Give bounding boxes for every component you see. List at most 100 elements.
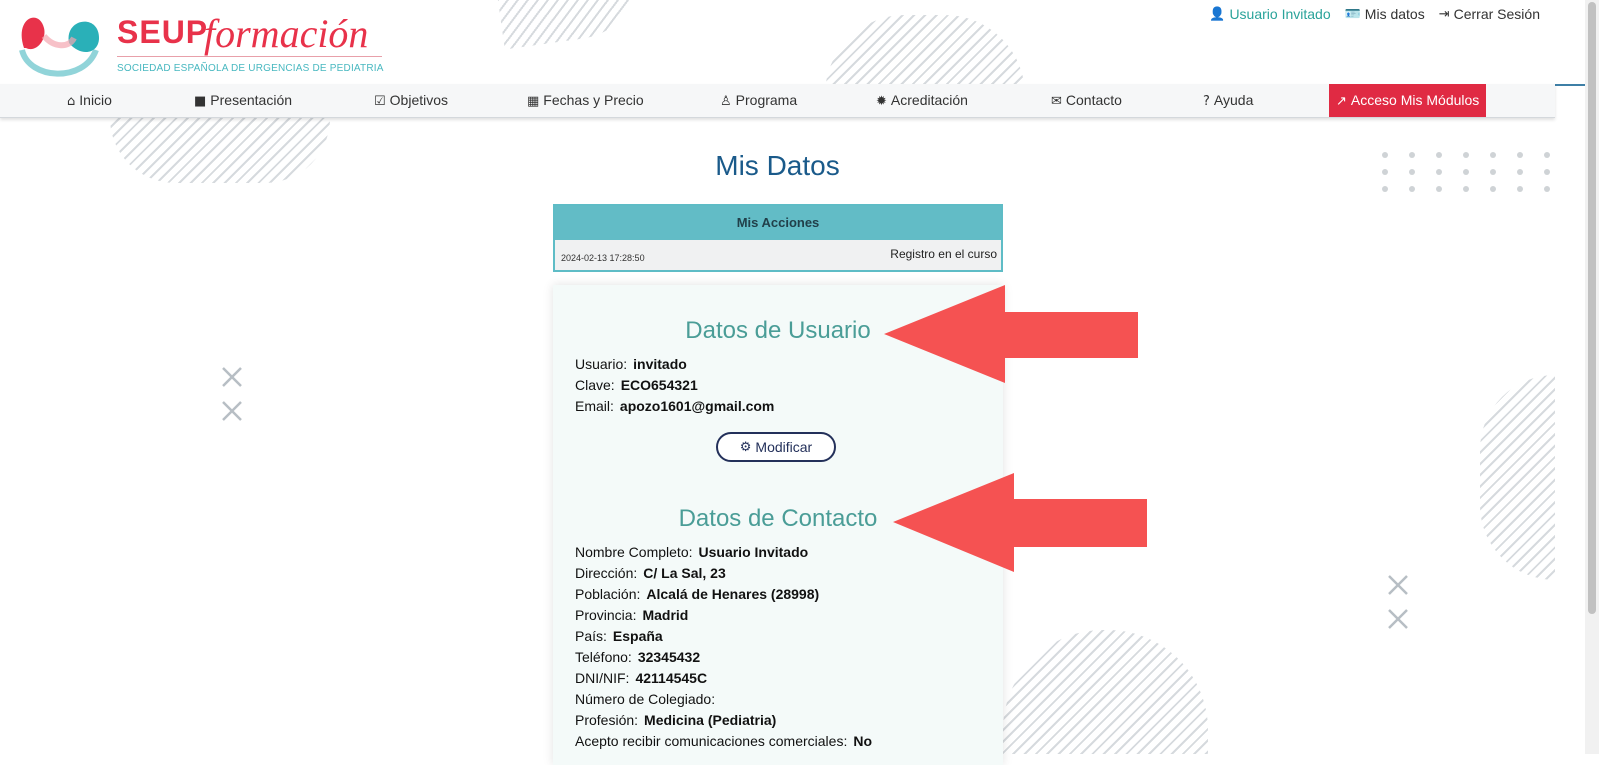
field-value: invitado [633, 356, 687, 372]
field-profesion: Profesión: Medicina (Pediatria) [575, 712, 776, 728]
logout-label: Cerrar Sesión [1453, 6, 1540, 22]
current-user-label: Usuario Invitado [1229, 6, 1331, 22]
field-label: Dirección: [575, 565, 638, 581]
field-label: Nombre Completo: [575, 544, 693, 560]
access-modules-button[interactable]: ↗ Acceso Mis Módulos [1329, 84, 1487, 117]
actions-table-header: Mis Acciones [555, 206, 1001, 240]
action-description: Registro en el curso [890, 247, 997, 261]
user-icon: 👤 [1209, 6, 1226, 22]
nav-label: Presentación [210, 92, 293, 108]
sign-out-icon: ⇥ [1438, 6, 1450, 22]
field-usuario: Usuario: invitado [575, 356, 687, 372]
user-doctor-icon: ♙ [720, 94, 732, 109]
field-value: España [612, 628, 663, 644]
field-value: C/ La Sal, 23 [643, 565, 726, 581]
brand-name: SEUP [117, 14, 209, 50]
field-value: ECO654321 [620, 377, 698, 393]
nav-label: Inicio [79, 92, 112, 108]
field-label: Provincia: [575, 607, 637, 623]
nav-label: Contacto [1065, 92, 1122, 108]
field-email: Email: apozo1601@gmail.com [575, 398, 774, 414]
field-label: Email: [575, 398, 614, 414]
calendar-icon: ▦ [527, 94, 540, 109]
nav-label: Objetivos [389, 92, 449, 108]
field-poblacion: Población: Alcalá de Henares (28998) [575, 586, 819, 602]
question-icon: ? [1203, 94, 1210, 109]
brand-tagline: SOCIEDAD ESPAÑOLA DE URGENCIAS DE PEDIAT… [117, 63, 384, 74]
field-comunicaciones: Acepto recibir comunicaciones comerciale… [575, 733, 872, 749]
field-value: Medicina (Pediatria) [644, 712, 777, 728]
field-value: No [853, 733, 873, 749]
field-provincia: Provincia: Madrid [575, 607, 688, 623]
nav-item-inicio[interactable]: ⌂ Inicio [67, 84, 112, 117]
site-header: SEUP formación SOCIEDAD ESPAÑOLA DE URGE… [0, 0, 1585, 86]
field-value: apozo1601@gmail.com [619, 398, 775, 414]
nav-label: Fechas y Precio [543, 92, 644, 108]
field-pais: País: España [575, 628, 663, 644]
field-label: Acepto recibir comunicaciones comerciale… [575, 733, 848, 749]
decorative-stripes-right [1480, 375, 1555, 580]
decorative-x-marks-right [1388, 575, 1408, 629]
field-label: Teléfono: [575, 649, 632, 665]
nav-label: Ayuda [1213, 92, 1254, 108]
actions-table: Mis Acciones 2024-02-13 17:28:50 Registr… [553, 204, 1003, 272]
main-navbar: ⌂ Inicio ■ Presentación ☑ Objetivos ▦ Fechas… [0, 84, 1555, 118]
field-value: Alcalá de Henares (28998) [646, 586, 820, 602]
nav-item-presentacion[interactable]: ■ Presentación [194, 84, 292, 117]
page-title: Mis Datos [715, 150, 840, 181]
nav-item-contacto[interactable]: ✉ Contacto [1051, 84, 1122, 117]
field-label: Usuario: [575, 356, 628, 372]
current-user-link[interactable]: 👤 Usuario Invitado [1209, 6, 1330, 22]
logout-link[interactable]: ⇥ Cerrar Sesión [1439, 6, 1540, 22]
checkbox-icon: ☑ [374, 94, 386, 109]
field-value: 32345432 [637, 649, 701, 665]
id-card-icon: 🪪 [1344, 6, 1361, 22]
field-value: 42114545C [635, 670, 708, 686]
field-telefono: Teléfono: 32345432 [575, 649, 700, 665]
modify-button[interactable]: ⚙ Modificar [716, 432, 836, 462]
nav-label: Acreditación [890, 92, 968, 108]
decorative-x-marks-left [222, 367, 242, 421]
site-logo[interactable]: SEUP formación SOCIEDAD ESPAÑOLA DE URGE… [14, 8, 384, 78]
home-icon: ⌂ [67, 94, 76, 109]
field-direccion: Dirección: C/ La Sal, 23 [575, 565, 726, 581]
access-modules-label: Acceso Mis Módulos [1350, 92, 1480, 108]
nav-label: Programa [735, 92, 798, 108]
modify-label: Modificar [755, 439, 813, 455]
field-dni: DNI/NIF: 42114545C [575, 670, 707, 686]
table-row: 2024-02-13 17:28:50 Registro en el curso [555, 240, 1001, 270]
field-label: Clave: [575, 377, 615, 393]
nav-item-objetivos[interactable]: ☑ Objetivos [374, 84, 448, 117]
external-link-icon: ↗ [1336, 94, 1347, 109]
video-icon: ■ [194, 94, 207, 109]
page-scrollbar[interactable] [1585, 0, 1599, 754]
field-label: Número de Colegiado: [575, 691, 716, 707]
nav-item-fechas-precio[interactable]: ▦ Fechas y Precio [527, 84, 644, 117]
gear-icon: ⚙ [739, 439, 752, 455]
nav-item-ayuda[interactable]: ? Ayuda [1203, 84, 1253, 117]
nav-item-acreditacion[interactable]: ✹ Acreditación [876, 84, 968, 117]
seup-logo-icon [19, 17, 99, 77]
nav-item-programa[interactable]: ♙ Programa [720, 84, 797, 117]
field-colegiado: Número de Colegiado: [575, 691, 721, 707]
field-nombre: Nombre Completo: Usuario Invitado [575, 544, 808, 560]
field-label: Población: [575, 586, 641, 602]
user-links: 👤 Usuario Invitado 🪪 Mis datos ⇥ Cerrar Ses… [1209, 6, 1540, 22]
field-value: Madrid [642, 607, 689, 623]
annotation-arrow-contact-data [893, 473, 1147, 572]
field-clave: Clave: ECO654321 [575, 377, 698, 393]
field-value: Usuario Invitado [698, 544, 809, 560]
brand-divider [117, 56, 382, 57]
action-date: 2024-02-13 17:28:50 [561, 253, 645, 263]
field-label: País: [575, 628, 607, 644]
decorative-stripes-bottom [1003, 630, 1208, 754]
brand-script-name: formación [204, 11, 369, 56]
my-data-label: Mis datos [1364, 6, 1425, 22]
annotation-arrow-user-data [884, 285, 1138, 383]
envelope-icon: ✉ [1051, 94, 1062, 109]
my-data-link[interactable]: 🪪 Mis datos [1345, 6, 1425, 22]
scrollbar-thumb[interactable] [1588, 2, 1596, 614]
field-label: DNI/NIF: [575, 670, 630, 686]
field-label: Profesión: [575, 712, 639, 728]
certificate-icon: ✹ [876, 94, 887, 109]
